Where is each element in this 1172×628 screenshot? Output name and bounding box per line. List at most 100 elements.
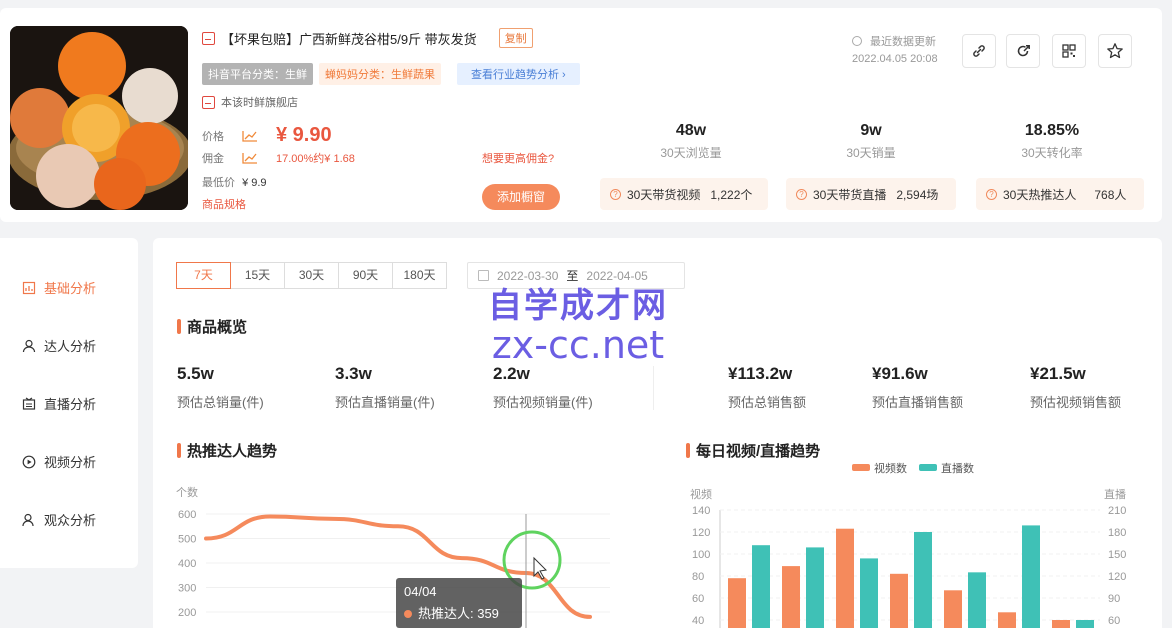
sidebar-item-basic[interactable]: 基础分析 — [22, 278, 96, 297]
right-tick-label: 60 — [1108, 615, 1120, 627]
date-end: 2022-04-05 — [586, 268, 648, 283]
bar-video — [944, 590, 962, 628]
product-image[interactable] — [10, 26, 188, 210]
y-tick-label: 200 — [178, 607, 196, 619]
range-30d[interactable]: 30天 — [284, 262, 339, 289]
legend-swatch — [919, 464, 937, 471]
pill-influencers[interactable]: ? 30天热推达人 768人 — [976, 178, 1144, 210]
left-tick-label: 40 — [692, 615, 704, 627]
add-to-showcase-button[interactable]: 添加橱窗 — [482, 184, 560, 210]
link-button[interactable] — [962, 34, 996, 68]
qrcode-icon — [1062, 44, 1076, 58]
pill-lives[interactable]: ? 30天带货直播 2,594场 — [786, 178, 956, 210]
range-90d[interactable]: 90天 — [338, 262, 393, 289]
date-separator: 至 — [566, 269, 579, 283]
help-icon: ? — [610, 188, 621, 200]
sidebar-item-label: 直播分析 — [44, 397, 97, 412]
legend-video[interactable]: 视频数 — [852, 460, 907, 476]
bar-live — [860, 558, 878, 628]
bar-live — [806, 547, 824, 628]
lowest-price-value: ¥ 9.9 — [242, 177, 267, 189]
y-tick-label: 300 — [178, 583, 196, 595]
left-axis-title: 视频 — [690, 487, 712, 501]
share-button[interactable] — [1006, 34, 1040, 68]
link-icon — [973, 45, 985, 57]
category-tags: 抖音平台分类：生鲜 蝉妈妈分类：生鲜蔬果 查看行业趋势分析 › — [202, 63, 580, 85]
pill-value: 2,594场 — [896, 187, 939, 202]
stat-views: 48w 30天浏览量 — [626, 122, 756, 161]
left-tick-label: 60 — [692, 593, 704, 605]
bar-video — [998, 612, 1016, 628]
sidebar-item-label: 观众分析 — [44, 513, 97, 528]
date-start: 2022-03-30 — [497, 268, 559, 283]
overview-total-gmv: ¥113.2w 预估总销售额 — [728, 364, 806, 411]
right-tick-label: 120 — [1108, 571, 1126, 583]
higher-commission-link[interactable]: 想要更高佣金? — [482, 150, 554, 166]
overview-label: 预估直播销量(件) — [335, 395, 435, 410]
star-icon — [1107, 43, 1123, 59]
shop-line[interactable]: 本该时鲜旗舰店 — [202, 94, 298, 110]
legend-swatch — [852, 464, 870, 471]
sidebar-item-label: 视频分析 — [44, 455, 97, 470]
bar-live — [1022, 525, 1040, 628]
favorite-button[interactable] — [1098, 34, 1132, 68]
bar-video — [728, 578, 746, 628]
bar-live — [914, 532, 932, 628]
bar-video — [782, 566, 800, 628]
product-card: 【坏果包赔】广西新鲜茂谷柑5/9斤 带灰发货 复制 抖音平台分类：生鲜 蝉妈妈分… — [0, 8, 1162, 222]
overview-total-sales: 5.5w 预估总销量(件) — [177, 364, 264, 411]
sidebar-item-influencer[interactable]: 达人分析 — [22, 336, 96, 355]
hot-influencer-line-chart[interactable]: 个数 200 300 400 500 600 — [170, 480, 620, 628]
range-180d[interactable]: 180天 — [392, 262, 447, 289]
overview-value: ¥21.5w — [1030, 364, 1086, 383]
right-tick-label: 90 — [1108, 593, 1120, 605]
hot-trend-title: 热推达人趋势 — [177, 440, 277, 461]
y-axis-title: 个数 — [176, 486, 198, 499]
stat-label: 30天浏览量 — [660, 146, 722, 160]
bar-legend: 视频数 直播数 — [852, 460, 974, 476]
shop-icon — [202, 31, 215, 45]
y-tick-label: 400 — [178, 558, 196, 570]
commission-trend-icon[interactable] — [242, 152, 258, 164]
industry-trend-link[interactable]: 查看行业趋势分析 › — [457, 63, 580, 85]
overview-value: ¥113.2w — [728, 364, 793, 383]
pill-videos[interactable]: ? 30天带货视频 1,222个 — [600, 178, 768, 210]
left-tick-label: 80 — [692, 571, 704, 583]
sidebar-item-live[interactable]: 直播分析 — [22, 394, 96, 413]
legend-label: 视频数 — [874, 463, 907, 475]
tooltip-dot — [404, 610, 412, 618]
update-time: 2022.04.05 20:08 — [852, 53, 938, 65]
sidebar-item-label: 基础分析 — [44, 281, 97, 296]
audience-icon — [22, 513, 34, 526]
stat-value: 9w — [860, 122, 882, 139]
overview-video-sales: 2.2w 预估视频销量(件) — [493, 364, 593, 411]
sidebar-item-audience[interactable]: 观众分析 — [22, 510, 96, 529]
daily-video-live-bar-chart[interactable]: 视频 直播 40 60 60 90 80 120 100 150 120 180 140 210 — [680, 480, 1140, 628]
stat-value: 18.85% — [1024, 122, 1080, 139]
overview-video-gmv: ¥21.5w 预估视频销售额 — [1030, 364, 1121, 411]
update-label: 最近数据更新 — [870, 36, 936, 48]
share-icon — [1017, 45, 1030, 57]
right-axis-title: 直播 — [1104, 487, 1126, 501]
copy-button[interactable]: 复制 — [498, 28, 533, 48]
product-title-row: 【坏果包赔】广西新鲜茂谷柑5/9斤 带灰发货 复制 — [202, 28, 533, 48]
price-trend-icon[interactable] — [242, 130, 258, 142]
range-15d[interactable]: 15天 — [230, 262, 285, 289]
bar-video — [890, 573, 908, 628]
overview-live-gmv: ¥91.6w 预估直播销售额 — [872, 364, 963, 411]
left-tick-label: 120 — [692, 527, 710, 539]
spec-link[interactable]: 商品规格 — [202, 196, 246, 212]
legend-live[interactable]: 直播数 — [919, 460, 974, 476]
overview-label: 预估总销量(件) — [177, 395, 264, 410]
range-7d[interactable]: 7天 — [176, 262, 231, 289]
product-title[interactable]: 【坏果包赔】广西新鲜茂谷柑5/9斤 带灰发货 — [221, 29, 477, 48]
date-range-picker[interactable]: 2022-03-30 至 2022-04-05 — [467, 262, 685, 289]
overview-label: 预估视频销售额 — [1030, 395, 1122, 410]
pill-label: 30天热推达人 — [1003, 187, 1077, 202]
sidebar-item-video[interactable]: 视频分析 — [22, 452, 96, 471]
overview-title: 商品概览 — [177, 316, 247, 337]
overview-divider — [653, 366, 654, 410]
lowest-price-label: 最低价 — [202, 177, 235, 189]
qrcode-button[interactable] — [1052, 34, 1086, 68]
tooltip-value: 热推达人: 359 — [418, 606, 499, 621]
